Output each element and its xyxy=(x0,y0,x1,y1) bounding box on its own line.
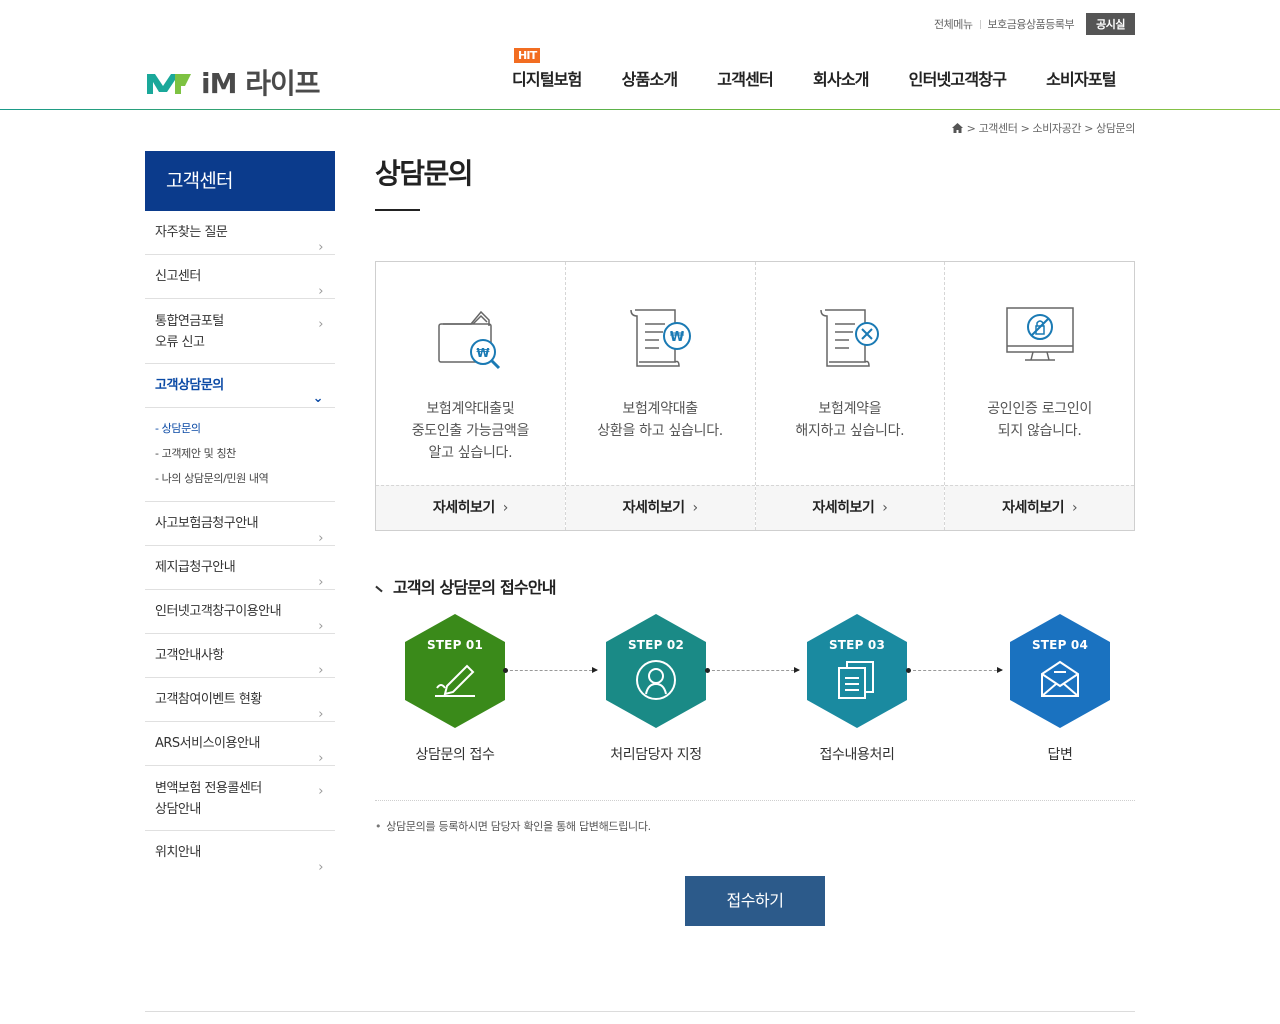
disclosure-button[interactable]: 공시실 xyxy=(1086,13,1135,35)
gnb-customer-center[interactable]: 고객센터 xyxy=(717,66,773,90)
gnb-label: 디지털보험 xyxy=(512,70,582,89)
submenu-item-my-history[interactable]: - 나의 상담문의/민원 내역 xyxy=(155,466,335,491)
sidebar-title: 고객센터 xyxy=(145,151,335,211)
page-title: 상담문의 xyxy=(375,157,474,190)
chevron-right-icon: › xyxy=(1072,500,1078,516)
sidebar-item-report-center[interactable]: 신고센터 › xyxy=(145,255,335,299)
sidebar-item-internet-guide[interactable]: 인터넷고객창구이용안내 › xyxy=(145,590,335,634)
breadcrumb: > 고객센터 > 소비자공간 > 상담문의 xyxy=(951,120,1135,136)
step-3: STEP 03 접수내용처리 xyxy=(777,612,937,764)
step-1: STEP 01 상담문의 접수 xyxy=(375,612,535,764)
section-title: 고객의 상담문의 접수안내 xyxy=(375,574,556,598)
sidebar-item-events[interactable]: 고객참여이벤트 현황 › xyxy=(145,678,335,722)
gnb-company[interactable]: 회사소개 xyxy=(813,66,869,90)
title-underline xyxy=(375,209,420,211)
logo-mark-icon xyxy=(147,74,191,94)
sidebar-item-ars[interactable]: ARS서비스이용안내 › xyxy=(145,722,335,766)
scroll-cancel-icon xyxy=(820,309,879,367)
sidebar-item-faq[interactable]: 자주찾는 질문 › xyxy=(145,211,335,255)
chevron-right-icon: › xyxy=(882,500,888,516)
card-description: 보험계약대출및 중도인출 가능금액을 알고 싶습니다. xyxy=(411,401,530,461)
documents-icon xyxy=(838,661,874,699)
person-icon xyxy=(636,660,676,700)
sidebar-item-consult[interactable]: 고객상담문의 ⌄ xyxy=(145,364,335,407)
gnb-internet-window[interactable]: 인터넷고객창구 xyxy=(909,66,1007,90)
card-description: 공인인증 로그인이 되지 않습니다. xyxy=(987,401,1093,439)
chevron-right-icon: › xyxy=(502,500,509,516)
step-name: 처리담당자 지정 xyxy=(610,747,702,763)
chevron-right-icon: › xyxy=(692,500,699,516)
step-name: 접수내용처리 xyxy=(819,747,895,763)
notice-text: 상담문의를 등록하시면 담당자 확인을 통해 답변해드립니다. xyxy=(375,818,651,834)
header-divider xyxy=(0,109,1280,110)
global-nav: HIT 디지털보험 상품소개 고객센터 회사소개 인터넷고객창구 소비자포털 xyxy=(512,48,1117,90)
card-description: 보험계약을 해지하고 싶습니다. xyxy=(795,401,905,439)
submit-button[interactable]: 접수하기 xyxy=(685,876,825,926)
chevron-right-icon: › xyxy=(318,784,323,799)
details-button[interactable]: 자세히보기 › xyxy=(565,485,755,530)
utility-nav: 전체메뉴 보호금융상품등록부 공시실 xyxy=(934,13,1135,35)
gnb-digital-insurance[interactable]: HIT 디지털보험 xyxy=(512,48,582,90)
logo[interactable]: iM 라이프 xyxy=(145,62,320,102)
card-cert-login: 공인인증 로그인이 되지 않습니다. 자세히보기 › xyxy=(945,262,1134,530)
sidebar-item-payment-claim[interactable]: 제지급청구안내 › xyxy=(145,546,335,590)
details-button[interactable]: 자세히보기 › xyxy=(376,485,565,530)
sidebar-submenu: - 상담문의 - 고객제안 및 칭찬 - 나의 상담문의/민원 내역 xyxy=(145,408,335,502)
scroll-won-icon: ₩ xyxy=(630,309,692,367)
chevron-right-icon: › xyxy=(318,860,323,875)
monitor-cert-icon xyxy=(1005,307,1074,361)
step-name: 답변 xyxy=(1047,747,1073,763)
card-loan-repay: ₩ 보험계약대출 상환을 하고 싶습니다. 자세히보기 › xyxy=(565,262,756,530)
pen-icon xyxy=(435,664,475,697)
card-description: 보험계약대출 상환을 하고 싶습니다. xyxy=(597,401,723,439)
chevron-right-icon: › xyxy=(318,317,323,332)
wallet-search-icon: ₩ xyxy=(438,310,501,370)
bullet-icon xyxy=(375,585,383,593)
breadcrumb-item[interactable]: 고객센터 xyxy=(979,120,1018,136)
step-4: STEP 04 답변 xyxy=(980,612,1140,764)
footer-divider xyxy=(145,1011,1135,1012)
svg-text:₩: ₩ xyxy=(477,346,491,360)
sidebar: 고객센터 자주찾는 질문 › 신고센터 › 통합연금포털 오류 신고 › 고객상담문의… xyxy=(145,151,335,875)
submenu-item-consult[interactable]: - 상담문의 xyxy=(155,416,335,441)
sidebar-item-notice[interactable]: 고객안내사항 › xyxy=(145,634,335,678)
sidebar-item-accident-claim[interactable]: 사고보험금청구안내 › xyxy=(145,502,335,546)
submenu-item-suggestion[interactable]: - 고객제안 및 칭찬 xyxy=(155,441,335,466)
sidebar-item-pension-error[interactable]: 통합연금포털 오류 신고 › xyxy=(145,299,335,363)
breadcrumb-item[interactable]: 소비자공간 xyxy=(1032,120,1081,136)
gnb-products[interactable]: 상품소개 xyxy=(622,66,678,90)
svg-text:₩: ₩ xyxy=(670,330,685,345)
breadcrumb-item: 상담문의 xyxy=(1096,122,1135,135)
divider xyxy=(979,19,981,29)
protection-products-link[interactable]: 보호금융상품등록부 xyxy=(988,16,1075,32)
chevron-down-icon: ⌄ xyxy=(312,391,324,406)
mail-icon xyxy=(1041,660,1079,697)
faq-cards: ₩ 보험계약대출및 중도인출 가능금액을 알고 싶습니다. 자세히보기 › ₩ 보험계… xyxy=(375,261,1135,531)
details-button[interactable]: 자세히보기 › xyxy=(945,485,1134,530)
sidebar-item-variable-callcenter[interactable]: 변액보험 전용콜센터 상담안내 › xyxy=(145,766,335,830)
home-icon[interactable] xyxy=(951,123,963,133)
hit-badge: HIT xyxy=(514,48,541,63)
process-steps: STEP 01 상담문의 접수 STEP 02 처리담당자 지정 STEP 03 xyxy=(375,612,1135,772)
all-menu-link[interactable]: 전체메뉴 xyxy=(934,16,973,32)
gnb-consumer-portal[interactable]: 소비자포털 xyxy=(1046,66,1116,90)
divider xyxy=(375,800,1135,801)
card-cancel: 보험계약을 해지하고 싶습니다. 자세히보기 › xyxy=(755,262,946,530)
details-button[interactable]: 자세히보기 › xyxy=(755,485,945,530)
logo-text: iM 라이프 xyxy=(201,67,320,100)
card-loan-amount: ₩ 보험계약대출및 중도인출 가능금액을 알고 싶습니다. 자세히보기 › xyxy=(376,262,566,530)
step-name: 상담문의 접수 xyxy=(415,747,495,763)
sidebar-item-location[interactable]: 위치안내 › xyxy=(145,831,335,875)
step-2: STEP 02 처리담당자 지정 xyxy=(576,612,736,764)
